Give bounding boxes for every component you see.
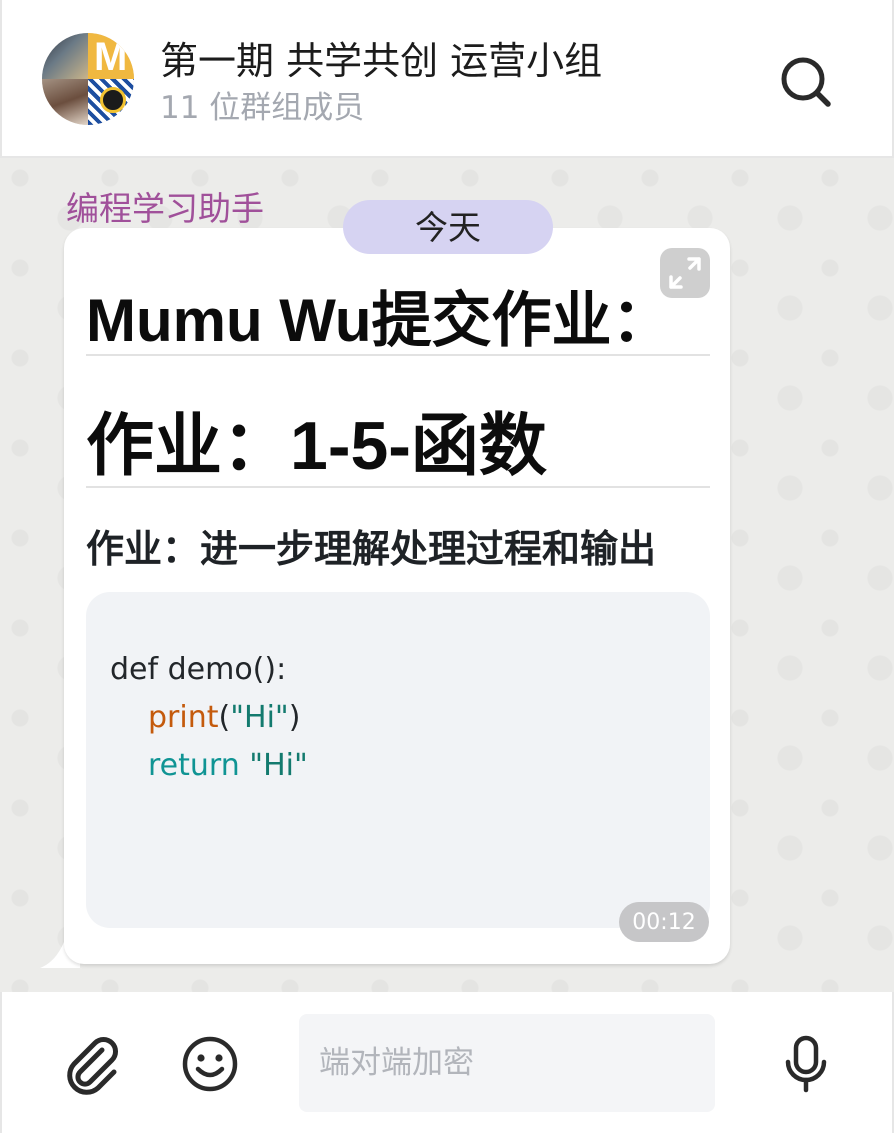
smiley-icon — [182, 1036, 238, 1092]
message-heading-2: 作业：1-5-函数 — [86, 408, 547, 484]
code-line: print("Hi") — [110, 694, 686, 742]
group-name[interactable]: 第一期 共学共创 运营小组 — [160, 30, 602, 85]
code-token: ) — [288, 700, 301, 735]
code-token-function: print — [148, 700, 219, 735]
code-token-string: "Hi" — [239, 748, 308, 783]
voice-record-button[interactable] — [774, 1032, 838, 1096]
avatar-badge — [100, 87, 126, 113]
heading-divider — [86, 354, 710, 356]
message-heading-1: Mumu Wu提交作业： — [86, 287, 672, 354]
code-token: def demo(): — [110, 652, 287, 687]
code-line: return "Hi" — [110, 742, 686, 790]
group-avatar[interactable]: M — [42, 33, 134, 125]
chat-header: M 第一期 共学共创 运营小组 11 位群组成员 — [0, 0, 894, 158]
paperclip-icon — [67, 1037, 118, 1095]
message-bubble[interactable]: Mumu Wu提交作业： 作业：1-5-函数 作业：进一步理解处理过程和输出 d… — [64, 228, 730, 964]
message-list[interactable]: Mumu Wu提交作业： 作业：1-5-函数 作业：进一步理解处理过程和输出 d… — [0, 158, 894, 992]
avatar-tile-photo — [42, 33, 88, 79]
chat-app: M 第一期 共学共创 运营小组 11 位群组成员 Mumu Wu提交作业： 作业… — [0, 0, 894, 1133]
avatar-tile-pattern — [88, 79, 134, 125]
code-token-keyword: return — [148, 748, 240, 783]
heading-divider — [86, 486, 710, 488]
code-block[interactable]: def demo(): print("Hi") return "Hi" — [86, 592, 710, 928]
avatar-tile-portrait — [42, 79, 88, 125]
date-divider: 今天 — [343, 200, 553, 254]
avatar-tile-letter: M — [88, 33, 134, 79]
message-input[interactable] — [299, 1014, 715, 1112]
avatar-letter: M — [94, 35, 128, 79]
code-line: def demo(): — [110, 646, 686, 694]
message-heading-3: 作业：进一步理解处理过程和输出 — [86, 527, 657, 571]
member-count[interactable]: 11 位群组成员 — [160, 82, 364, 127]
microphone-icon — [785, 1035, 827, 1093]
emoji-button[interactable] — [178, 1032, 242, 1096]
message-time: 00:12 — [619, 902, 709, 942]
code-token: ( — [218, 700, 231, 735]
code-token-string: "Hi" — [230, 700, 289, 735]
attach-button[interactable] — [62, 1032, 126, 1096]
message-composer — [0, 992, 894, 1133]
sender-name[interactable]: 编程学习助手 — [66, 182, 264, 230]
search-icon — [781, 57, 831, 107]
search-button[interactable] — [774, 50, 838, 114]
